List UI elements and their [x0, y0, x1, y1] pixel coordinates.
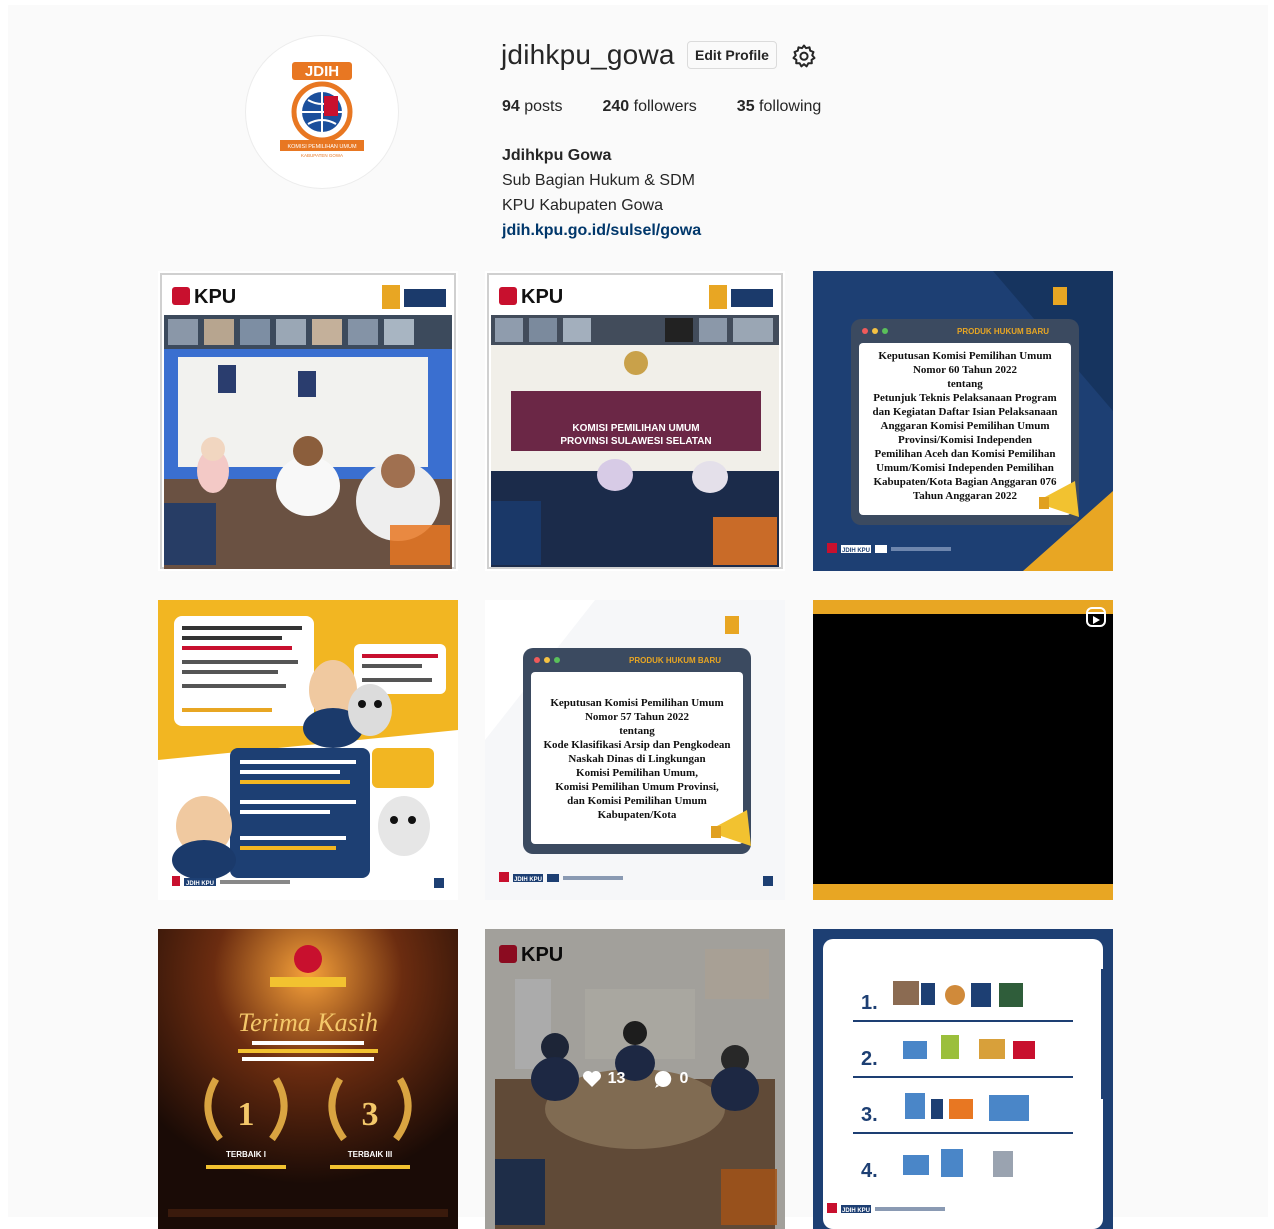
following-count: 35 — [736, 98, 755, 115]
bio-line-2: KPU Kabupaten Gowa — [502, 197, 663, 214]
post-7-rank1-label: TERBAIK I — [226, 1150, 266, 1159]
jdih-logo-icon: JDIH KOMISI PEMILIHAN UMUM KABUPATEN GOW… — [280, 62, 364, 158]
avatar-sub-text: KABUPATEN GOWA — [301, 153, 343, 158]
post-5-doc-line: tentang — [619, 725, 655, 737]
post-9-footer: JDIH KPU — [842, 1208, 870, 1214]
followers-stat[interactable]: 240 followers — [603, 98, 697, 116]
post-5-doc-line: dan Komisi Pemilihan Umum — [567, 795, 707, 807]
post-tile-7[interactable]: Terima Kasih 1 TERBAIK I 3 TERBAIK III — [158, 929, 458, 1229]
profile-page: JDIH KOMISI PEMILIHAN UMUM KABUPATEN GOW… — [8, 5, 1268, 1229]
post-3-doc-line: Umum/Komisi Independen Pemilihan — [876, 462, 1054, 474]
post-4-footer: JDIH KPU — [186, 881, 214, 887]
post-5-footer: JDIH KPU — [514, 877, 542, 883]
post-5-doc-line: Naskah Dinas di Lingkungan — [568, 753, 705, 765]
comment-bubble-icon — [655, 1070, 672, 1088]
following-label: following — [759, 98, 822, 115]
post-3-doc-line: Tahun Anggaran 2022 — [913, 490, 1018, 502]
avatar-banner-text: KOMISI PEMILIHAN UMUM — [287, 144, 356, 150]
post-tile-1[interactable]: KPU — [158, 271, 458, 571]
post-2-brand: KPU — [521, 286, 563, 308]
bio-link[interactable]: jdih.kpu.go.id/sulsel/gowa — [502, 218, 701, 243]
post-9-number: 4. — [861, 1160, 878, 1182]
post-3-header: PRODUK HUKUM BARU — [957, 327, 1049, 336]
post-tile-4[interactable]: JDIH KPU — [158, 600, 458, 900]
post-3-footer: JDIH KPU — [842, 548, 870, 554]
posts-count: 94 — [502, 98, 520, 115]
profile-bio: Jdihkpu Gowa Sub Bagian Hukum & SDM KPU … — [502, 143, 701, 243]
likes-indicator: 13 — [582, 1070, 626, 1088]
post-3-doc-line: Petunjuk Teknis Pelaksanaan Program — [873, 392, 1056, 404]
profile-username: jdihkpu_gowa — [501, 39, 675, 70]
bio-name: Jdihkpu Gowa — [502, 147, 612, 164]
post-5-doc-line: Kabupaten/Kota — [598, 809, 677, 821]
post-7-title: Terima Kasih — [238, 1008, 378, 1037]
post-3-doc-line: dan Kegiatan Daftar Isian Pelaksanaan — [873, 406, 1058, 418]
post-2-banner-line-2: PROVINSI SULAWESI SELATAN — [560, 436, 711, 447]
post-3-doc-line: Nomor 60 Tahun 2022 — [913, 364, 1018, 376]
bio-line-1: Sub Bagian Hukum & SDM — [502, 172, 695, 189]
post-5-doc-line: Komisi Pemilihan Umum Provinsi, — [555, 781, 719, 793]
post-5-header: PRODUK HUKUM BARU — [629, 656, 721, 665]
post-1-brand: KPU — [194, 286, 236, 308]
post-3-doc-line: Pemilihan Aceh dan Komisi Pemilihan — [875, 448, 1056, 460]
heart-icon — [582, 1071, 601, 1087]
post-9-number: 1. — [861, 992, 878, 1014]
post-hover-overlay: 13 0 — [485, 929, 785, 1229]
comments-indicator: 0 — [653, 1069, 688, 1089]
post-9-number: 3. — [861, 1104, 878, 1126]
comments-count: 0 — [679, 1070, 689, 1087]
post-7-rank1: 1 — [238, 1096, 255, 1133]
post-tile-6[interactable] — [813, 600, 1113, 900]
post-tile-5[interactable]: PRODUK HUKUM BARU Keputusan Komisi Pemil… — [485, 600, 785, 900]
post-tile-8[interactable]: KPU 13 0 — [485, 929, 785, 1229]
post-5-doc-line: Nomor 57 Tahun 2022 — [585, 711, 690, 723]
profile-stats: 94 posts 240 followers 35 following — [502, 98, 861, 116]
post-3-doc-line: Kabupaten/Kota Bagian Anggaran 076 — [873, 476, 1057, 488]
followers-count: 240 — [602, 98, 630, 115]
settings-gear-icon[interactable] — [791, 43, 817, 69]
post-tile-2[interactable]: KPU KOMISI PEMILIHAN UMUM PROVINSI SULAW… — [485, 271, 785, 571]
posts-label: posts — [524, 98, 563, 115]
following-stat[interactable]: 35 following — [737, 98, 822, 116]
post-5-doc-line: Komisi Pemilihan Umum, — [576, 767, 698, 779]
post-3-doc-line: Provinsi/Komisi Independen — [898, 434, 1032, 446]
post-2-banner-line-1: KOMISI PEMILIHAN UMUM — [572, 423, 699, 434]
edit-profile-button[interactable]: Edit Profile — [687, 41, 777, 69]
post-7-rank3: 3 — [362, 1096, 379, 1133]
kpu-logo-icon: KPU — [172, 286, 236, 308]
post-tile-9[interactable]: 1. 2. 3. 4. JDIH KPU — [813, 929, 1113, 1229]
post-3-doc-line: Keputusan Komisi Pemilihan Umum — [878, 350, 1051, 362]
post-tile-3[interactable]: PRODUK HUKUM BARU Keputusan Komisi Pemil… — [813, 271, 1113, 571]
posts-stat: 94 posts — [502, 98, 563, 116]
post-5-doc-line: Kode Klasifikasi Arsip dan Pengkodean — [543, 739, 730, 751]
kpu-logo-icon: KPU — [499, 286, 563, 308]
post-5-doc-line: Keputusan Komisi Pemilihan Umum — [550, 697, 723, 709]
post-3-doc-line: Anggaran Komisi Pemilihan Umum — [881, 420, 1050, 432]
post-9-number: 2. — [861, 1048, 878, 1070]
likes-count: 13 — [607, 1070, 626, 1087]
avatar-logo-text: JDIH — [305, 63, 339, 80]
post-7-rank3-label: TERBAIK III — [348, 1150, 392, 1159]
profile-avatar[interactable]: JDIH KOMISI PEMILIHAN UMUM KABUPATEN GOW… — [246, 36, 398, 188]
post-3-doc-line: tentang — [947, 378, 983, 390]
followers-label: followers — [633, 98, 697, 115]
